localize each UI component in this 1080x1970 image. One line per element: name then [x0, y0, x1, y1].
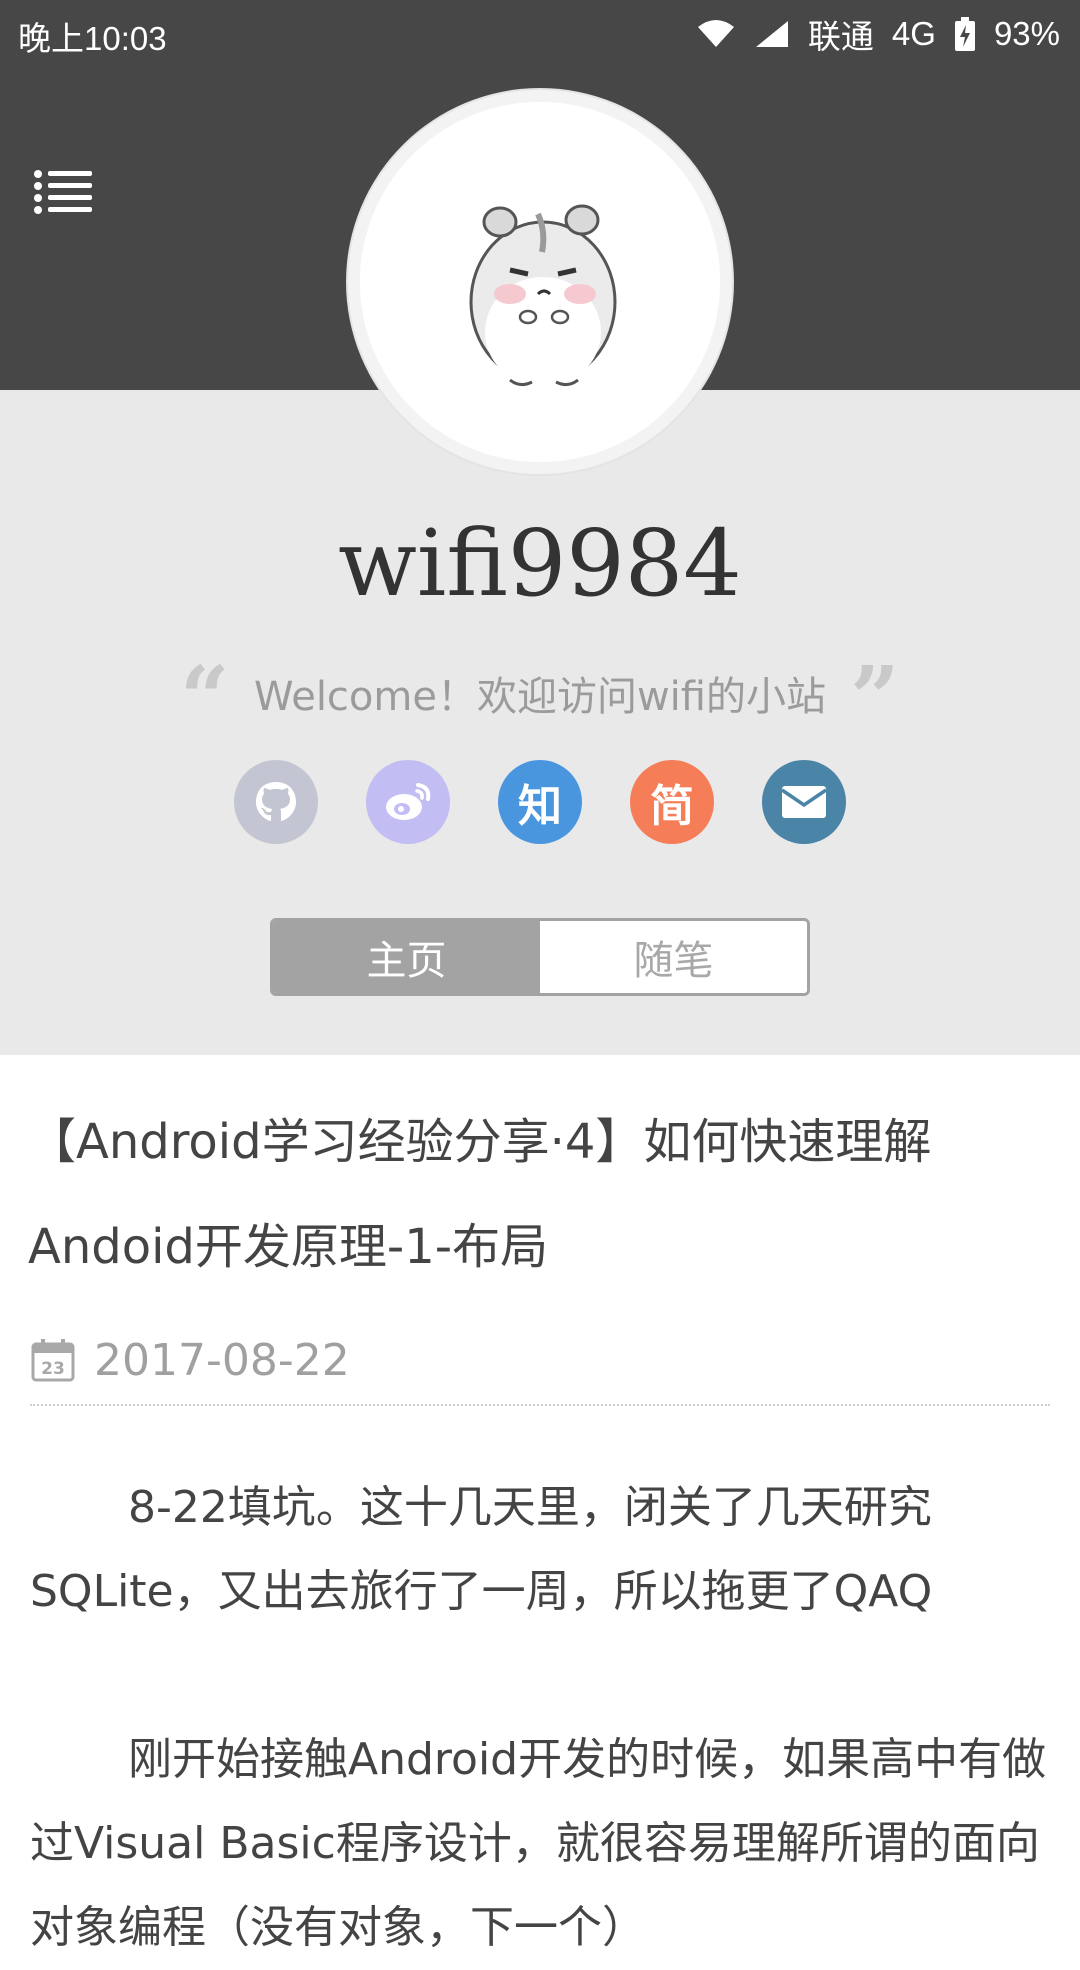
- calendar-icon: 23: [31, 1339, 75, 1382]
- signal-icon: [754, 19, 790, 49]
- mail-icon: [781, 786, 827, 818]
- post-title[interactable]: 【Android学习经验分享·4】如何快速理解 Andoid开发原理-1-布局: [28, 1090, 1038, 1300]
- site-name: wifi9984: [338, 510, 742, 617]
- post-paragraph-2: 刚开始接触Android开发的时候，如果高中有做过Visual Basic程序设…: [30, 1734, 1047, 1953]
- post-title-line-2: Andoid开发原理-1-布局: [28, 1219, 549, 1275]
- menu-button[interactable]: [34, 168, 94, 216]
- wifi-icon: [696, 19, 736, 49]
- tab-essays[interactable]: 随笔: [540, 921, 807, 993]
- jianshu-link[interactable]: 简: [630, 760, 714, 844]
- status-bar: 晚上10:03 联通 4G 93%: [0, 0, 1080, 62]
- welcome-text: Welcome！欢迎访问wifi的小站: [254, 674, 826, 720]
- post-date-text: 2017-08-22: [94, 1334, 350, 1386]
- battery-level: 93%: [993, 15, 1060, 52]
- avatar[interactable]: [348, 90, 732, 474]
- nav-tabs: 主页 随笔: [270, 918, 810, 996]
- hamster-avatar: [360, 102, 720, 462]
- list-menu-icon: [34, 170, 92, 214]
- tab-home[interactable]: 主页: [273, 921, 540, 993]
- status-time: 晚上10:03: [18, 20, 167, 57]
- post-date: 23 2017-08-22: [30, 1332, 350, 1388]
- divider: [30, 1404, 1050, 1406]
- status-indicators: 联通 4G 93%: [696, 10, 1060, 58]
- battery-icon: [954, 17, 976, 51]
- post-paragraph-1: 8-22填坑。这十几天里，闭关了几天研究SQLite，又出去旅行了一周，所以拖更…: [30, 1482, 933, 1617]
- zhihu-link[interactable]: 知: [498, 760, 582, 844]
- calendar-day: 23: [41, 1359, 65, 1379]
- close-quote-icon: ”: [850, 648, 900, 749]
- github-link[interactable]: [234, 760, 318, 844]
- post-title-line-1: 【Android学习经验分享·4】如何快速理解: [28, 1114, 932, 1170]
- github-icon: [256, 782, 296, 821]
- zhihu-icon: 知: [518, 781, 562, 832]
- jianshu-icon: 简: [650, 781, 694, 832]
- email-link[interactable]: [762, 760, 846, 844]
- weibo-link[interactable]: [366, 760, 450, 844]
- network-type: 4G: [891, 15, 936, 52]
- carrier-label: 联通: [807, 18, 874, 55]
- weibo-icon: [386, 783, 431, 820]
